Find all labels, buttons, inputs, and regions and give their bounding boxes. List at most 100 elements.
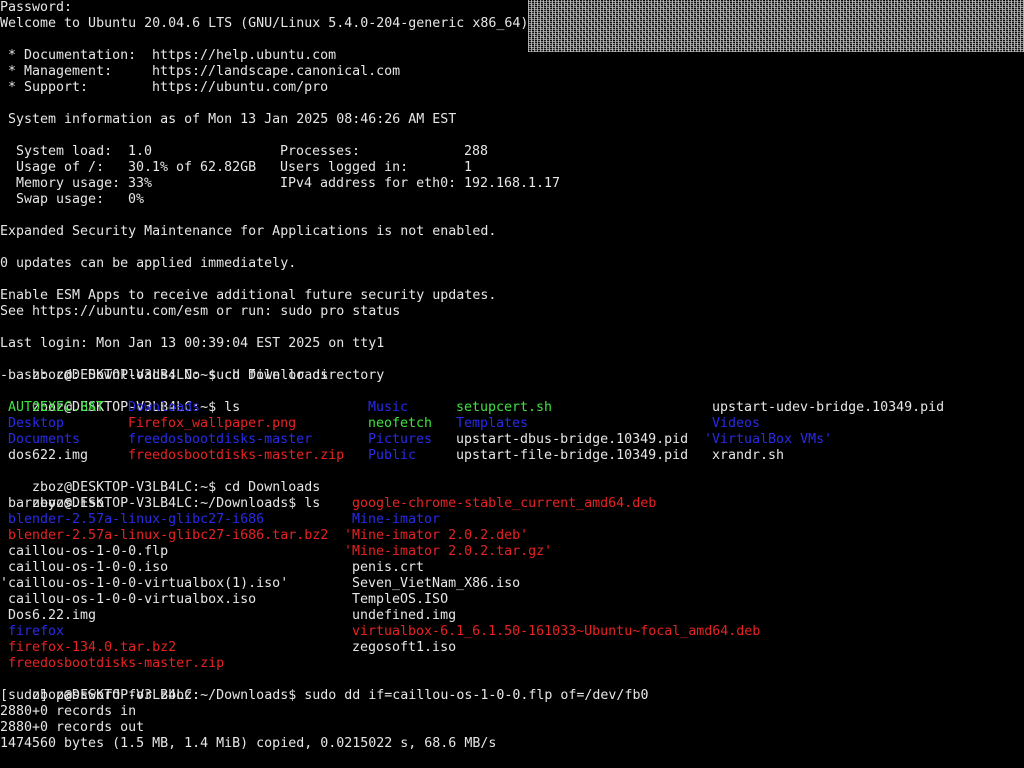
users-logged-in-value: 1	[464, 160, 473, 175]
management-label: * Management:	[0, 64, 113, 79]
bytes-copied-line: 1474560 bytes (1.5 MB, 1.4 MiB) copied, …	[0, 736, 497, 751]
ipv4-value: 192.168.1.17	[464, 176, 561, 191]
file-entry-image: Firefox_wallpaper.png	[128, 416, 297, 431]
downloads-listing-row: firefox-134.0.tar.bz2 zegosoft1.iso	[0, 640, 456, 656]
file-entry: upstart-file-bridge.10349.pid	[456, 448, 689, 463]
file-entry: zegosoft1.iso	[344, 640, 457, 655]
directory-entry: Public	[368, 448, 417, 463]
file-entry: xrandr.sh	[712, 448, 785, 463]
esm-apps-line-2: See https://ubuntu.com/esm or run: sudo …	[0, 304, 401, 319]
disk-usage-label: Usage of /:	[0, 160, 105, 175]
directory-entry: 'VirtualBox VMs'	[704, 432, 833, 447]
error-line: -bash: cd: Downlloads: No such file or d…	[0, 368, 385, 383]
directory-entry: Mine-imator	[344, 512, 441, 527]
downloads-listing-row: blender-2.57a-linux-glibc27-i686.tar.bz2…	[0, 528, 528, 544]
documentation-label: * Documentation:	[0, 48, 137, 63]
swap-usage-line: Swap usage: 0%	[0, 192, 144, 208]
downloads-listing-row: 'caillou-os-1-0-0-virtualbox(1).iso' Sev…	[0, 576, 520, 592]
system-load-label: System load:	[0, 144, 113, 159]
file-entry: undefined.img	[344, 608, 457, 623]
downloads-listing-row: caillou-os-1-0-0.flp 'Mine-imator 2.0.2.…	[0, 544, 552, 560]
file-entry-archive: blender-2.57a-linux-glibc27-i686.tar.bz2	[0, 528, 329, 543]
processes-label: Processes:	[280, 144, 361, 159]
directory-entry: freedosbootdisks-master	[128, 432, 313, 447]
screen-noise-artifact	[528, 0, 1024, 52]
terminal-screen[interactable]: Password: Welcome to Ubuntu 20.04.6 LTS …	[0, 0, 1024, 768]
file-entry-archive: firefox-134.0.tar.bz2	[0, 640, 177, 655]
directory-entry: Templates	[456, 416, 529, 431]
support-label: * Support:	[0, 80, 89, 95]
file-entry-executable: setupcert.sh	[456, 400, 553, 415]
last-login-line: Last login: Mon Jan 13 00:39:04 EST 2025…	[0, 336, 385, 351]
downloads-listing-row: Dos6.22.img undefined.img	[0, 608, 456, 624]
file-entry: caillou-os-1-0-0.flp	[0, 544, 169, 559]
file-entry: caillou-os-1-0-0-virtualbox.iso	[0, 592, 257, 607]
downloads-listing-row: freedosbootdisks-master.zip	[0, 656, 224, 672]
file-entry-archive: 'Mine-imator 2.0.2.deb'	[344, 528, 529, 543]
home-listing-row: Desktop Firefox_wallpaper.png neofetch T…	[0, 416, 760, 432]
support-line: * Support: https://ubuntu.com/pro	[0, 80, 328, 96]
active-prompt-line[interactable]: zboz@DESKTOP-V3LB4LC:~/Downloads$	[0, 752, 296, 768]
directory-entry: firefox	[0, 624, 65, 639]
file-entry-archive: 'Mine-imator 2.0.2.tar.gz'	[344, 544, 553, 559]
file-entry: Seven_VietNam_X86.iso	[344, 576, 521, 591]
file-entry: TempleOS.ISO	[344, 592, 449, 607]
documentation-line: * Documentation: https://help.ubuntu.com	[0, 48, 336, 64]
command-line: zboz@DESKTOP-V3LB4LC:~$ cd Downlloads	[0, 352, 328, 383]
file-entry-archive: virtualbox-6.1_6.1.50-161033~Ubuntu~foca…	[344, 624, 761, 639]
file-entry: penis.crt	[344, 560, 425, 575]
directory-entry: Downloads	[128, 400, 201, 415]
disk-usage-line: Usage of /: 30.1% of 62.82GB Users logge…	[0, 160, 472, 176]
users-logged-in-label: Users logged in:	[280, 160, 409, 175]
directory-entry: Videos	[712, 416, 761, 431]
home-listing-row: Documents freedosbootdisks-master Pictur…	[0, 432, 832, 448]
downloads-listing-row: firefox virtualbox-6.1_6.1.50-161033~Ubu…	[0, 624, 760, 640]
command-line: zboz@DESKTOP-V3LB4LC:~$ ls	[0, 384, 240, 415]
downloads-listing-row: caillou-os-1-0-0-virtualbox.iso TempleOS…	[0, 592, 448, 608]
downloads-listing-row: caillou-os-1-0-0.iso penis.crt	[0, 560, 424, 576]
memory-usage-line: Memory usage: 33% IPv4 address for eth0:…	[0, 176, 560, 192]
system-load-line: System load: 1.0 Processes: 288	[0, 144, 488, 160]
file-entry-archive: freedosbootdisks-master.zip	[0, 656, 225, 671]
command-line: zboz@DESKTOP-V3LB4LC:~/Downloads$ ls	[0, 480, 320, 511]
directory-entry: Music	[368, 400, 409, 415]
support-url: https://ubuntu.com/pro	[152, 80, 329, 95]
ipv4-label: IPv4 address for eth0:	[280, 176, 457, 191]
file-entry: caillou-os-1-0-0.iso	[0, 560, 169, 575]
updates-line: 0 updates can be applied immediately.	[0, 256, 297, 271]
home-listing-row: dos622.img freedosbootdisks-master.zip P…	[0, 448, 784, 464]
system-information-line: System information as of Mon 13 Jan 2025…	[0, 112, 457, 127]
file-entry: Dos6.22.img	[0, 608, 97, 623]
management-url: https://landscape.canonical.com	[152, 64, 401, 79]
file-entry: barneyos.iso	[0, 496, 105, 511]
file-entry: upstart-dbus-bridge.10349.pid	[456, 432, 689, 447]
command-text: sudo dd if=caillou-os-1-0-0.flp of=/dev/…	[296, 688, 649, 703]
file-entry: upstart-udev-bridge.10349.pid	[712, 400, 945, 415]
esm-notice-line: Expanded Security Maintenance for Applic…	[0, 224, 497, 239]
documentation-url: https://help.ubuntu.com	[152, 48, 337, 63]
file-entry: 'caillou-os-1-0-0-virtualbox(1).iso'	[0, 576, 289, 591]
sudo-password-prompt: [sudo] password for zboz:	[0, 688, 201, 703]
directory-entry: Documents	[8, 432, 81, 447]
file-entry: dos622.img	[8, 448, 89, 463]
downloads-listing-row: blender-2.57a-linux-glibc27-i686 Mine-im…	[0, 512, 440, 528]
records-in-line: 2880+0 records in	[0, 704, 137, 719]
file-entry-executable: neofetch	[368, 416, 433, 431]
disk-usage-value: 30.1% of 62.82GB	[128, 160, 257, 175]
directory-entry: Desktop	[8, 416, 65, 431]
file-entry-executable: AUTOEXEC.BAT	[8, 400, 105, 415]
memory-usage-label: Memory usage:	[0, 176, 121, 191]
records-out-line: 2880+0 records out	[0, 720, 145, 735]
swap-usage-value: 0%	[128, 192, 145, 207]
directory-entry: blender-2.57a-linux-glibc27-i686	[0, 512, 265, 527]
esm-apps-line-1: Enable ESM Apps to receive additional fu…	[0, 288, 497, 303]
file-entry-archive: google-chrome-stable_current_amd64.deb	[344, 496, 657, 511]
command-text: ls	[296, 496, 321, 511]
memory-usage-value: 33%	[128, 176, 153, 191]
downloads-listing-row: barneyos.iso google-chrome-stable_curren…	[0, 496, 656, 512]
command-line: zboz@DESKTOP-V3LB4LC:~$ cd Downloads	[0, 464, 320, 495]
file-entry-archive: freedosbootdisks-master.zip	[128, 448, 345, 463]
command-line: zboz@DESKTOP-V3LB4LC:~/Downloads$ sudo d…	[0, 672, 648, 703]
welcome-line: Welcome to Ubuntu 20.04.6 LTS (GNU/Linux…	[0, 16, 529, 31]
directory-entry: Pictures	[368, 432, 433, 447]
